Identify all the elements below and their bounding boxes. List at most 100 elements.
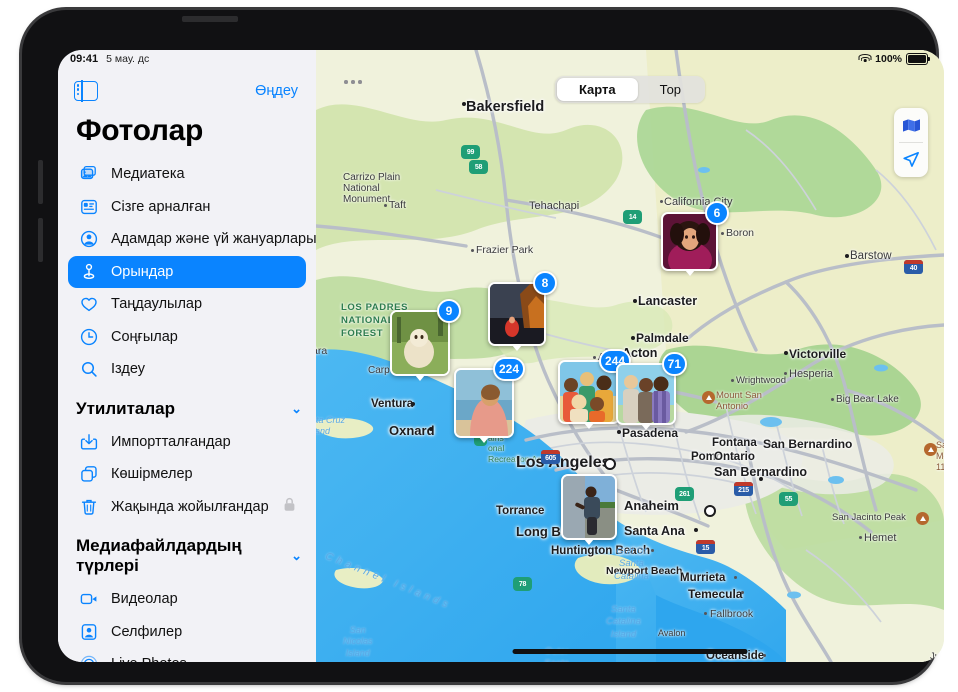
map-dot <box>617 430 621 434</box>
map-dot <box>784 351 788 355</box>
highway-shield-ca58: 58 <box>469 160 488 174</box>
sidebar-item-people-pets[interactable]: Адамдар және үй жануарлары <box>68 223 316 256</box>
sidebar-item-imports[interactable]: Импортталғандар <box>68 426 306 459</box>
sidebar-item-selfies[interactable]: Селфилер <box>68 616 306 649</box>
sidebar-item-recents[interactable]: Соңғылар <box>68 321 306 354</box>
highway-shield-i215: 215 <box>734 482 753 496</box>
power-button[interactable] <box>182 16 238 22</box>
sidebar-item-label: Соңғылар <box>111 328 178 345</box>
map-dot <box>831 398 834 401</box>
sidebar-item-label: Адамдар және үй жануарлары <box>111 231 316 248</box>
map-dot <box>651 549 654 552</box>
map-dot <box>748 455 751 458</box>
photo-cluster-beach[interactable]: 224 <box>454 357 525 443</box>
peak-icon <box>924 443 937 456</box>
photos-library-icon <box>78 164 99 185</box>
device-screen: Өңдеу Фотолар Медиатека Сізге арналған А… <box>58 50 944 662</box>
highway-shield-ca14: 14 <box>623 210 642 224</box>
sidebar-item-live-photos[interactable]: Live Photos <box>68 648 306 662</box>
sidebar-item-recently-deleted[interactable]: Жақында жойылғандар <box>68 491 306 524</box>
sidebar-item-places[interactable]: Орындар <box>68 255 306 288</box>
location-arrow-icon <box>903 152 919 167</box>
segment-map[interactable]: Карта <box>556 78 638 101</box>
map-dot <box>429 427 433 431</box>
duplicates-icon <box>78 464 99 485</box>
sidebar-item-label: Көшірмелер <box>111 466 193 483</box>
map-dot <box>593 356 596 359</box>
map-view-segmented-control[interactable]: Карта Тор <box>554 76 706 103</box>
photos-sidebar: Өңдеу Фотолар Медиатека Сізге арналған А… <box>58 50 316 662</box>
sidebar-media-types-list: Видеолар Селфилер <box>58 583 316 662</box>
volume-up-button[interactable] <box>38 160 43 204</box>
highway-shield-ca55: 55 <box>779 492 798 506</box>
ellipsis-icon[interactable] <box>344 80 362 84</box>
sidebar-item-favorites[interactable]: Таңдаулылар <box>68 288 306 321</box>
sidebar-item-for-you[interactable]: Сізге арналған <box>68 191 306 224</box>
sidebar-toggle-icon[interactable] <box>74 80 98 102</box>
map-dot <box>411 402 415 406</box>
cluster-count-badge: 6 <box>705 201 729 225</box>
chevron-down-icon[interactable]: ⌄ <box>291 401 302 417</box>
for-you-icon <box>78 196 99 217</box>
highway-shield-ca99: 99 <box>461 145 480 159</box>
sidebar-section-media-types[interactable]: Медиафайлдардың түрлері ⌄ <box>58 523 316 583</box>
sidebar-item-label: Сізге арналған <box>111 198 211 215</box>
sidebar-item-label: Импортталғандар <box>111 433 231 450</box>
section-title: Медиафайлдардың түрлері <box>76 536 242 575</box>
photo-pin-skater[interactable] <box>561 474 617 545</box>
sidebar-item-videos[interactable]: Видеолар <box>68 583 306 616</box>
photo-cluster-portrait[interactable]: 6 <box>661 201 729 276</box>
device-bezel: Өңдеу Фотолар Медиатека Сізге арналған А… <box>22 10 944 682</box>
search-icon <box>78 359 99 380</box>
photo-cluster-sunset[interactable]: 8 <box>488 271 557 351</box>
map-dot <box>768 441 771 444</box>
photo-cluster-group[interactable]: 244 <box>558 349 631 429</box>
sidebar-item-duplicates[interactable]: Көшірмелер <box>68 458 306 491</box>
map-dot <box>859 536 862 539</box>
highway-shield-ca78: 78 <box>513 577 532 591</box>
sidebar-item-label: Селфилер <box>111 623 183 640</box>
map-controls-stack <box>894 108 928 177</box>
map-dot <box>462 102 466 106</box>
map-canvas[interactable]: Карта Тор Bakersfield Carrizo Plain Nati… <box>316 50 944 662</box>
sidebar-item-label: Жақында жойылғандар <box>111 498 269 515</box>
photo-cluster-friends[interactable]: 71 <box>616 352 687 430</box>
sidebar-item-label: Орындар <box>111 263 174 280</box>
locate-me-button[interactable] <box>894 143 928 177</box>
selfie-icon <box>78 621 99 642</box>
highway-shield-i40: 40 <box>904 260 923 274</box>
highway-shield-i15: 15 <box>696 540 715 554</box>
map-mode-button[interactable] <box>894 108 928 142</box>
photo-cluster-dog[interactable]: 9 <box>390 299 461 381</box>
sidebar-item-label: Видеолар <box>111 591 178 608</box>
map-dot <box>763 654 766 657</box>
highway-shield-i605: 605 <box>541 450 560 464</box>
map-ring <box>704 505 716 517</box>
screenshot-root: Өңдеу Фотолар Медиатека Сізге арналған А… <box>0 0 958 692</box>
sidebar-item-label: Іздеу <box>111 361 145 378</box>
segment-grid[interactable]: Тор <box>638 78 703 101</box>
import-icon <box>78 431 99 452</box>
chevron-down-icon[interactable]: ⌄ <box>291 548 302 564</box>
heart-icon <box>78 294 99 315</box>
edit-button[interactable]: Өңдеу <box>255 83 298 99</box>
page-title: Фотолар <box>76 114 204 147</box>
map-dot <box>731 379 734 382</box>
map-dot <box>694 528 698 532</box>
map-dot <box>784 372 787 375</box>
volume-down-button[interactable] <box>38 218 43 262</box>
cluster-count-badge: 224 <box>492 357 525 381</box>
sidebar-item-library[interactable]: Медиатека <box>68 158 306 191</box>
home-indicator[interactable] <box>512 649 748 654</box>
sidebar-item-search[interactable]: Іздеу <box>68 353 306 386</box>
map-dot <box>721 232 724 235</box>
peak-icon <box>702 391 715 404</box>
map-ring <box>604 458 616 470</box>
trash-icon <box>78 496 99 517</box>
sidebar-primary-list: Медиатека Сізге арналған Адамдар және үй… <box>58 158 316 386</box>
map-dot <box>704 612 707 615</box>
live-photos-icon <box>78 654 99 662</box>
video-camera-icon <box>78 589 99 610</box>
sidebar-section-utilities[interactable]: Утилиталар ⌄ <box>58 386 316 426</box>
map-dot <box>384 204 387 207</box>
